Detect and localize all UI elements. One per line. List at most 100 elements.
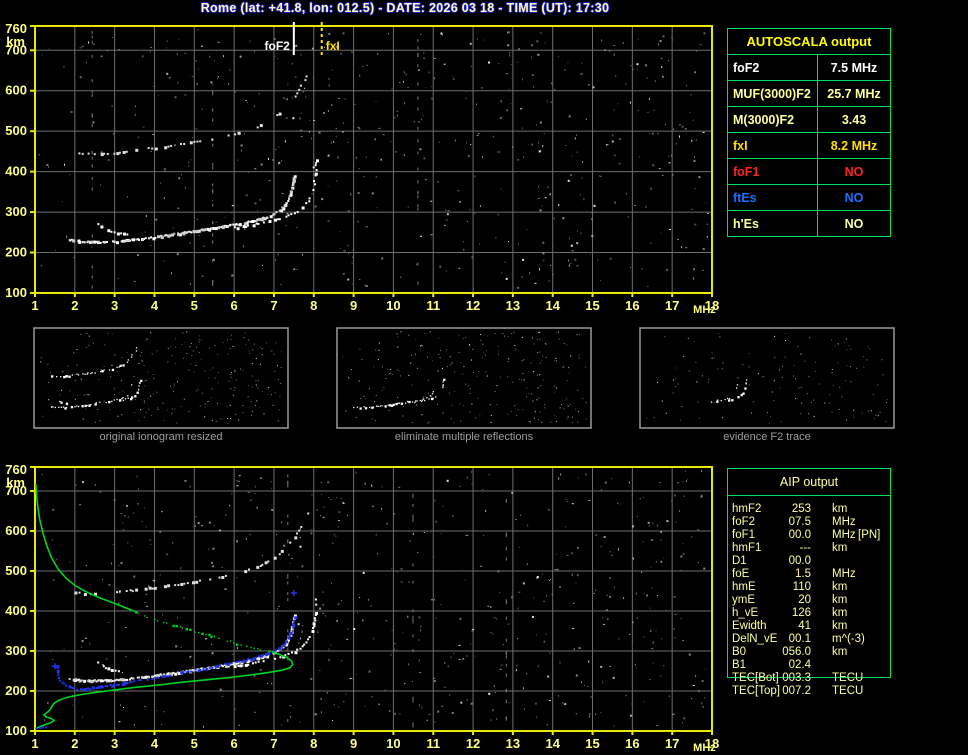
aip-p: hmE	[732, 581, 756, 593]
aip-p: D1	[732, 555, 747, 567]
svg-text:17: 17	[665, 736, 679, 751]
aip-p: Ewidth	[732, 620, 767, 632]
svg-text:300: 300	[5, 204, 27, 219]
svg-text:9: 9	[350, 736, 357, 751]
aip-v: 126	[791, 607, 811, 619]
aip-u: km	[832, 646, 848, 658]
aip-u: km	[832, 581, 848, 593]
svg-text:5: 5	[191, 298, 198, 313]
bottom-ionogram-plot: 760700600500400300200100km1 2 3 4 5 6 7 8 9 10 11 1…	[5, 462, 719, 754]
svg-text:6: 6	[231, 298, 238, 313]
aip-table-rows: hmF2 253 km foF2 07.5 MHz foF1 00.0 MHz [PN] hmF1-…	[727, 503, 891, 698]
svg-text:2: 2	[71, 736, 78, 751]
aip-u: km	[832, 503, 848, 515]
svg-text:3: 3	[111, 736, 118, 751]
svg-text:11: 11	[426, 736, 440, 751]
svg-text:13: 13	[506, 736, 520, 751]
aip-p: hmF1	[732, 542, 762, 554]
autoscala-param-value: 3.43	[841, 112, 867, 127]
autoscala-param-label: h'Es	[728, 211, 818, 236]
svg-text:MHz: MHz	[693, 742, 716, 754]
aip-row-DelNvE: DelN_vE 00.1 m^(-3)	[727, 633, 891, 646]
autoscala-param-label: fxI	[728, 133, 818, 158]
aip-v: 056.0	[782, 646, 811, 658]
aip-v: ---	[799, 542, 812, 554]
aip-u: MHz	[832, 568, 856, 580]
svg-text:600: 600	[5, 523, 27, 538]
aip-p: ymE	[732, 594, 755, 606]
aip-row-foE: foE 1.5 MHz	[727, 568, 891, 581]
svg-text:km: km	[6, 34, 25, 49]
aip-row-TECBot: TEC[Bot] 003.3 TECU	[727, 672, 891, 685]
svg-text:8: 8	[310, 736, 317, 751]
aip-v: 007.2	[782, 685, 811, 697]
autoscala-screen: Rome (lat: +41.8, lon: 012.5) - DATE: 20…	[0, 0, 968, 755]
aip-u: km	[832, 542, 848, 554]
svg-text:400: 400	[5, 164, 27, 179]
aip-row-foF2: foF2 07.5 MHz	[727, 516, 891, 529]
autoscala-row-hEs: h'Es NO	[728, 211, 890, 236]
svg-text:13: 13	[506, 298, 520, 313]
autoscala-row-MUF3000F2: MUF(3000)F2 25.7 MHz	[728, 81, 890, 107]
svg-text:14: 14	[545, 736, 560, 751]
aip-v: 02.4	[788, 659, 811, 671]
svg-text:11: 11	[426, 298, 440, 313]
aip-row-ymE: ymE 20 km	[727, 594, 891, 607]
autoscala-row-M3000F2: M(3000)F2 3.43	[728, 107, 890, 133]
aip-row-foF1: foF1 00.0 MHz [PN]	[727, 529, 891, 542]
svg-text:500: 500	[5, 563, 27, 578]
aip-v: 20	[798, 594, 811, 606]
svg-text:15: 15	[585, 298, 599, 313]
svg-text:400: 400	[5, 603, 27, 618]
aip-v: 00.0	[788, 555, 811, 567]
svg-text:4: 4	[151, 298, 159, 313]
aip-v: 00.1	[788, 633, 811, 645]
svg-text:12: 12	[466, 736, 480, 751]
aip-p: foF2	[732, 516, 756, 528]
aip-v: 1.5	[795, 568, 811, 580]
aip-row-Ewidth: Ewidth 41 km	[727, 620, 891, 633]
autoscala-param-label: MUF(3000)F2	[728, 81, 818, 106]
aip-u: km	[832, 607, 848, 619]
aip-u: MHz	[832, 529, 856, 541]
autoscala-param-value: NO	[844, 190, 864, 205]
svg-text:10: 10	[386, 298, 400, 313]
svg-text:17: 17	[665, 298, 679, 313]
thumbnail-panel-1	[336, 327, 592, 429]
svg-text:100: 100	[5, 723, 27, 738]
svg-text:km: km	[6, 475, 25, 490]
aip-row-hvE: h_vE 126 km	[727, 607, 891, 620]
autoscala-output-table: AUTOSCALA output foF2 7.5 MHz MUF(3000)F2 2…	[727, 28, 891, 237]
aip-row-hmF2: hmF2 253 km	[727, 503, 891, 516]
svg-text:8: 8	[310, 298, 317, 313]
svg-text:fxI: fxI	[326, 39, 340, 53]
autoscala-row-foF2: foF2 7.5 MHz	[728, 55, 890, 81]
aip-row-B0: B0 056.0 km	[727, 646, 891, 659]
aip-row-TECTop: TEC[Top] 007.2 TECU	[727, 685, 891, 698]
svg-text:7: 7	[270, 736, 277, 751]
svg-text:16: 16	[625, 736, 639, 751]
aip-p: hmF2	[732, 503, 762, 515]
thumbnail-caption-original: original ionogram resized	[99, 431, 223, 443]
thumbnail-caption-eliminate: eliminate multiple reflections	[394, 431, 534, 443]
aip-v: 41	[798, 620, 811, 632]
svg-text:12: 12	[466, 298, 480, 313]
autoscala-param-label: ftEs	[728, 185, 818, 210]
svg-text:200: 200	[5, 683, 27, 698]
thumbnail-caption-evidence: evidence F2 trace	[723, 431, 811, 443]
aip-p: DelN_vE	[732, 633, 778, 645]
autoscala-row-foF1: foF1 NO	[728, 159, 890, 185]
autoscala-row-ftEs: ftEs NO	[728, 185, 890, 211]
svg-text:1: 1	[31, 298, 38, 313]
aip-v: 00.0	[788, 529, 811, 541]
svg-text:600: 600	[5, 83, 27, 98]
top-ionogram-plot: 760700600500400300200100km1 2 3 4 5 6 7 8 9 10 11 1…	[5, 21, 719, 316]
autoscala-param-value: 7.5 MHz	[830, 60, 878, 75]
aip-v: 253	[791, 503, 811, 515]
aip-p: TEC[Bot]	[732, 672, 779, 684]
aip-row-hmE: hmE 110 km	[727, 581, 891, 594]
svg-text:MHz: MHz	[693, 304, 716, 316]
aip-p: B1	[732, 659, 747, 671]
aip-e: [PN]	[858, 529, 881, 541]
aip-table-title: AIP output	[728, 469, 890, 496]
